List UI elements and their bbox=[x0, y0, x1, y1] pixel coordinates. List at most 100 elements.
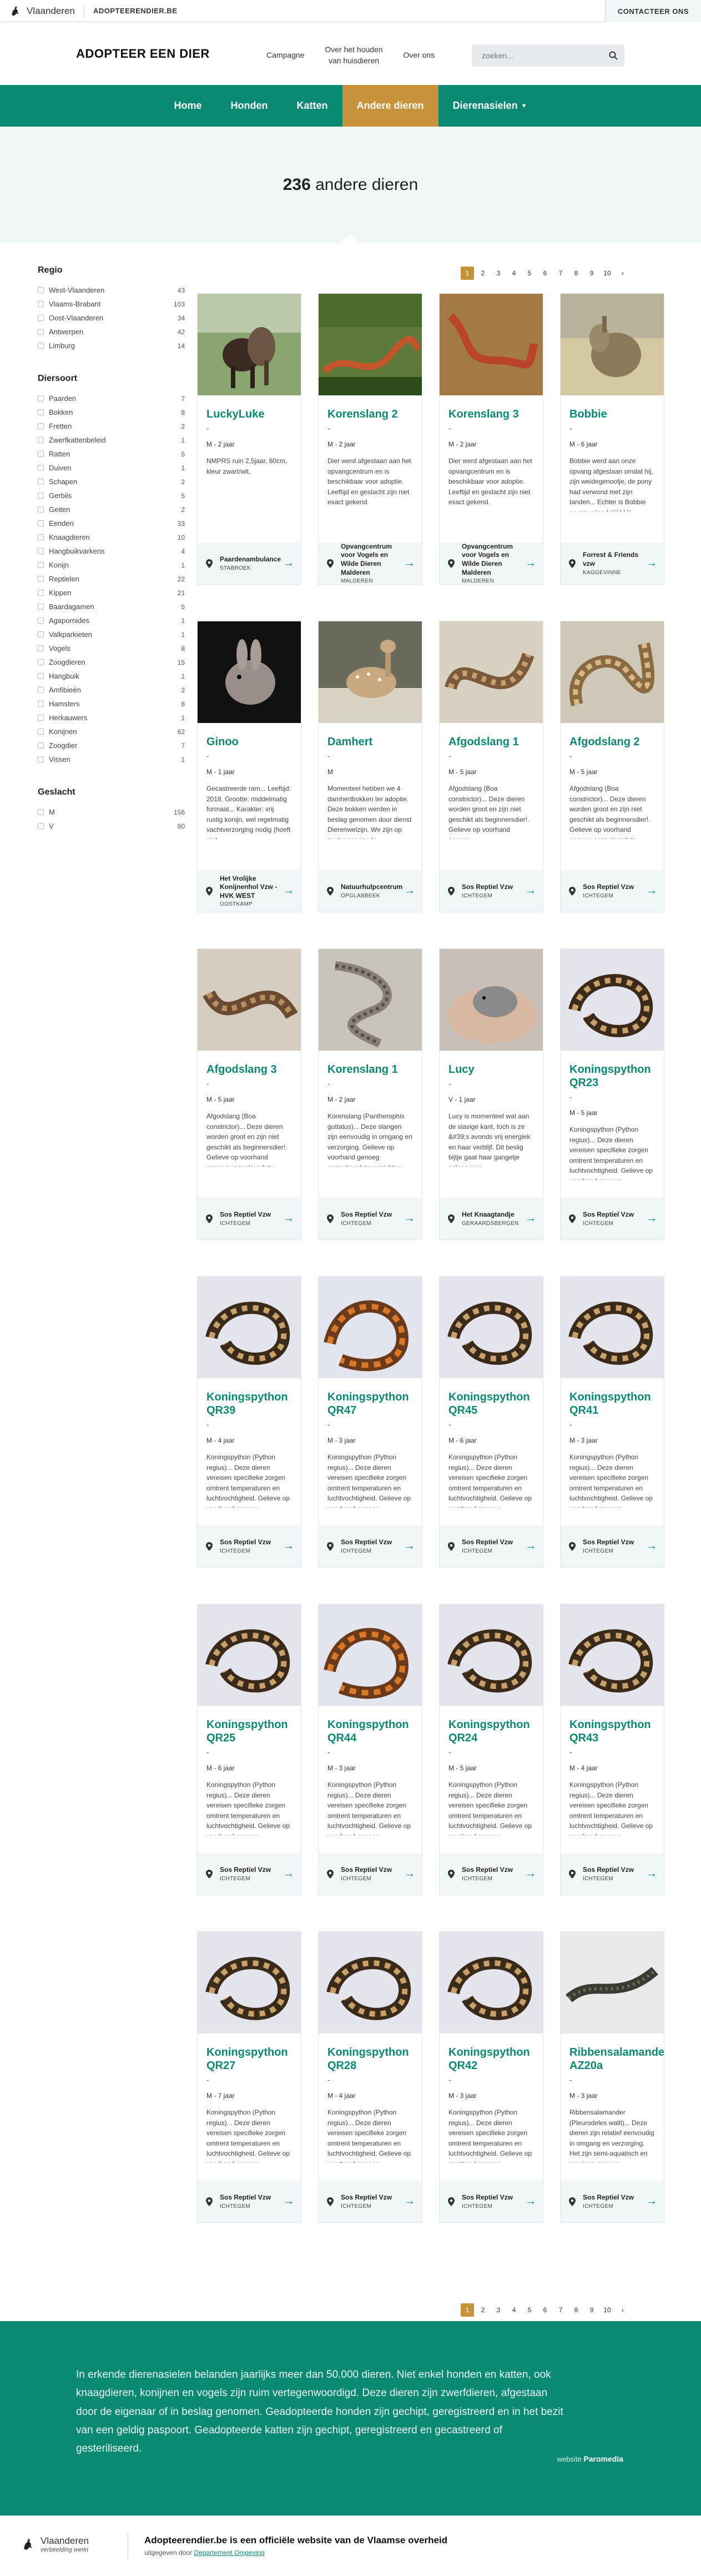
checkbox[interactable] bbox=[38, 423, 44, 429]
animal-card[interactable]: Koningspython QR23 - M - 5 jaar Koningspyth… bbox=[560, 948, 664, 1240]
arrow-right-icon[interactable]: → bbox=[525, 1867, 536, 1880]
next-page-button[interactable]: › bbox=[616, 2303, 629, 2317]
arrow-right-icon[interactable]: → bbox=[283, 2195, 294, 2208]
checkbox[interactable] bbox=[38, 756, 44, 762]
vlaanderen-logo[interactable]: Vlaanderen bbox=[0, 0, 75, 22]
facet-option[interactable]: Hamsters 8 bbox=[38, 697, 185, 711]
facet-option[interactable]: Paarden 7 bbox=[38, 391, 185, 405]
page-button[interactable]: 10 bbox=[601, 267, 614, 280]
animal-card[interactable]: LuckyLuke - M - 2 jaar NMPRS ruin 2,5jaar, … bbox=[197, 293, 301, 585]
animal-photo[interactable] bbox=[440, 621, 543, 723]
animal-name[interactable]: Koningspython QR25 bbox=[206, 1718, 292, 1745]
page-button[interactable]: 5 bbox=[523, 2303, 536, 2317]
checkbox[interactable] bbox=[38, 562, 44, 568]
arrow-right-icon[interactable]: → bbox=[404, 1867, 415, 1880]
animal-card[interactable]: Koningspython QR41 - M - 3 jaar Koningspyth… bbox=[560, 1276, 664, 1568]
checkbox[interactable] bbox=[38, 287, 44, 293]
animal-name[interactable]: Ribbensalamander AZ20a bbox=[569, 2046, 664, 2072]
animal-photo[interactable] bbox=[561, 1277, 664, 1378]
animal-name[interactable]: Ginoo bbox=[206, 735, 292, 749]
animal-name[interactable]: Damhert bbox=[327, 735, 413, 749]
main-nav-andere-dieren[interactable]: Andere dieren bbox=[342, 85, 438, 127]
checkbox[interactable] bbox=[38, 659, 44, 665]
brand-logo[interactable]: ADOPTEER EEN DIER bbox=[76, 47, 210, 61]
animal-card[interactable]: Koningspython QR27 - M - 7 jaar Koningspyth… bbox=[197, 1931, 301, 2223]
nav-link-huisdieren[interactable]: Over het houden van huisdieren bbox=[324, 44, 385, 66]
card-footer[interactable]: Sos Reptiel Vzw ICHTEGEM → bbox=[561, 2181, 664, 2222]
arrow-right-icon[interactable]: → bbox=[404, 557, 415, 570]
page-button[interactable]: 2 bbox=[476, 267, 490, 280]
arrow-right-icon[interactable]: → bbox=[525, 1212, 536, 1225]
facet-option[interactable]: Amfibieën 2 bbox=[38, 683, 185, 697]
arrow-right-icon[interactable]: → bbox=[404, 2195, 415, 2208]
page-button[interactable]: 8 bbox=[569, 267, 583, 280]
main-nav-home[interactable]: Home bbox=[159, 85, 216, 127]
animal-card[interactable]: Koningspython QR42 - M - 3 jaar Koningspyth… bbox=[439, 1931, 543, 2223]
animal-card[interactable]: Koningspython QR24 - M - 5 jaar Koningspyth… bbox=[439, 1604, 543, 1895]
arrow-right-icon[interactable]: → bbox=[283, 1867, 294, 1880]
animal-name[interactable]: Koningspython QR28 bbox=[327, 2046, 413, 2072]
facet-option[interactable]: Hangbuikvarkens 4 bbox=[38, 544, 185, 558]
page-button[interactable]: 3 bbox=[492, 2303, 505, 2317]
arrow-right-icon[interactable]: → bbox=[283, 1212, 294, 1225]
animal-name[interactable]: Koningspython QR42 bbox=[448, 2046, 534, 2072]
facet-option[interactable]: Zoogdier 7 bbox=[38, 739, 185, 752]
card-footer[interactable]: Sos Reptiel Vzw ICHTEGEM → bbox=[561, 1525, 664, 1567]
page-button[interactable]: 7 bbox=[554, 2303, 567, 2317]
arrow-right-icon[interactable]: → bbox=[404, 885, 415, 897]
card-footer[interactable]: Forrest & Friends vzw KAGGEVINNE → bbox=[561, 543, 664, 584]
animal-name[interactable]: Koningspython QR45 bbox=[448, 1390, 534, 1417]
search-icon[interactable] bbox=[602, 44, 624, 67]
facet-option[interactable]: V 80 bbox=[38, 819, 185, 833]
next-page-button[interactable]: › bbox=[616, 267, 629, 280]
arrow-right-icon[interactable]: → bbox=[646, 1212, 657, 1225]
page-button[interactable]: 6 bbox=[538, 2303, 552, 2317]
checkbox[interactable] bbox=[38, 823, 44, 829]
facet-option[interactable]: Valkparkieten 1 bbox=[38, 627, 185, 641]
checkbox[interactable] bbox=[38, 534, 44, 540]
arrow-right-icon[interactable]: → bbox=[404, 1540, 415, 1553]
page-button[interactable]: 10 bbox=[601, 2303, 614, 2317]
animal-card[interactable]: Koningspython QR44 - M - 3 jaar Koningspyth… bbox=[318, 1604, 422, 1895]
checkbox[interactable] bbox=[38, 742, 44, 749]
animal-photo[interactable] bbox=[198, 294, 301, 395]
arrow-right-icon[interactable]: → bbox=[646, 557, 657, 570]
card-footer[interactable]: Sos Reptiel Vzw ICHTEGEM → bbox=[198, 1525, 301, 1567]
card-footer[interactable]: Sos Reptiel Vzw ICHTEGEM → bbox=[561, 870, 664, 912]
checkbox[interactable] bbox=[38, 315, 44, 321]
animal-name[interactable]: Koningspython QR27 bbox=[206, 2046, 292, 2072]
animal-card[interactable]: Koningspython QR28 - M - 4 jaar Koningspyth… bbox=[318, 1931, 422, 2223]
facet-option[interactable]: Konijn 1 bbox=[38, 558, 185, 572]
animal-photo[interactable] bbox=[561, 949, 664, 1051]
arrow-right-icon[interactable]: → bbox=[283, 557, 294, 570]
page-button[interactable]: 2 bbox=[476, 2303, 490, 2317]
checkbox[interactable] bbox=[38, 520, 44, 526]
checkbox[interactable] bbox=[38, 301, 44, 307]
facet-option[interactable]: Gerbils 5 bbox=[38, 489, 185, 503]
facet-option[interactable]: Vogels 8 bbox=[38, 641, 185, 655]
facet-option[interactable]: Vlaams-Brabant 103 bbox=[38, 297, 185, 311]
checkbox[interactable] bbox=[38, 493, 44, 499]
animal-card[interactable]: Damhert - M Momenteel hebben we 4 damhertbo… bbox=[318, 621, 422, 912]
animal-card[interactable]: Korenslang 2 - M - 2 jaar Dier werd afgesta… bbox=[318, 293, 422, 585]
checkbox[interactable] bbox=[38, 645, 44, 651]
card-footer[interactable]: Het Knaagtandje GERAARDSBERGEN → bbox=[440, 1198, 543, 1239]
animal-photo[interactable] bbox=[319, 294, 422, 395]
animal-name[interactable]: Koningspython QR41 bbox=[569, 1390, 655, 1417]
arrow-right-icon[interactable]: → bbox=[283, 885, 294, 897]
card-footer[interactable]: Sos Reptiel Vzw ICHTEGEM → bbox=[319, 1853, 422, 1895]
animal-photo[interactable] bbox=[561, 621, 664, 723]
facet-option[interactable]: Agapornides 1 bbox=[38, 614, 185, 627]
animal-card[interactable]: Koningspython QR45 - M - 6 jaar Koningspyth… bbox=[439, 1276, 543, 1568]
animal-card[interactable]: Koningspython QR39 - M - 4 jaar Koningspyth… bbox=[197, 1276, 301, 1568]
animal-photo[interactable] bbox=[440, 949, 543, 1051]
arrow-right-icon[interactable]: → bbox=[525, 2195, 536, 2208]
animal-name[interactable]: Afgodslang 1 bbox=[448, 735, 534, 749]
animal-name[interactable]: Afgodslang 2 bbox=[569, 735, 655, 749]
checkbox[interactable] bbox=[38, 617, 44, 624]
arrow-right-icon[interactable]: → bbox=[404, 1212, 415, 1225]
facet-option[interactable]: Vissen 1 bbox=[38, 752, 185, 766]
animal-card[interactable]: Lucy - V - 1 jaar Lucy is momenteel wat aan… bbox=[439, 948, 543, 1240]
facet-option[interactable]: Kippen 21 bbox=[38, 586, 185, 600]
card-footer[interactable]: Sos Reptiel Vzw ICHTEGEM → bbox=[319, 2181, 422, 2222]
